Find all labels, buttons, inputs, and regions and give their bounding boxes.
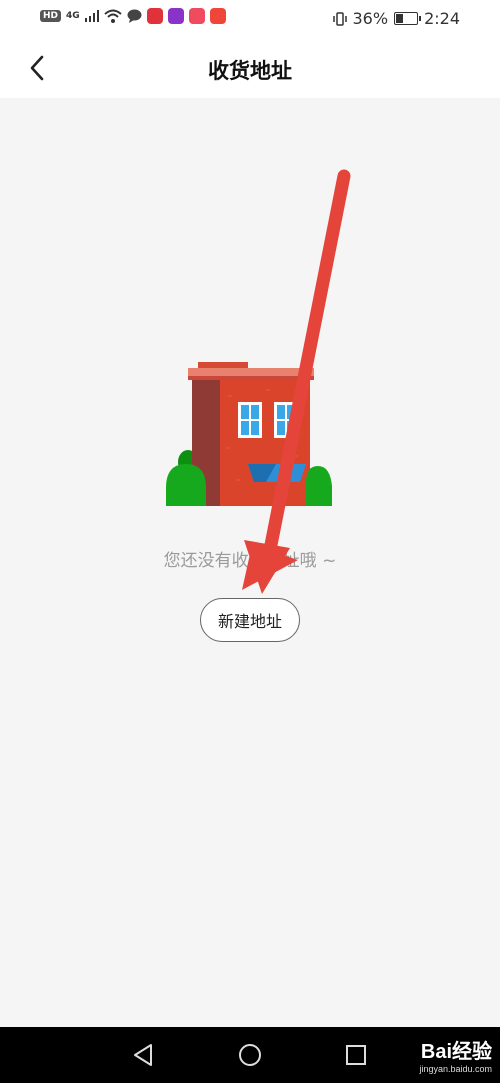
chat-icon <box>127 9 142 23</box>
home-circle-icon[interactable] <box>236 1041 264 1069</box>
app-icon-purple <box>167 8 184 24</box>
hd-icon: HD <box>40 10 62 22</box>
header: 收货地址 <box>0 38 500 98</box>
status-right: 36% 2:24 <box>332 9 460 28</box>
app-icon-orange <box>209 8 226 24</box>
navigation-bar: Bai经验 jingyan.baidu.com <box>0 1027 500 1083</box>
empty-state-message: 您还没有收货地址哦 ~ <box>163 551 337 571</box>
red-arrow-icon <box>242 169 351 594</box>
vibrate-icon <box>332 11 347 26</box>
app-icon-red <box>146 8 163 24</box>
battery-fill <box>396 14 404 23</box>
new-address-button[interactable]: 新建地址 <box>200 598 300 642</box>
back-triangle-icon[interactable] <box>130 1041 158 1069</box>
watermark: Bai经验 jingyan.baidu.com <box>419 1035 492 1074</box>
recents-square-icon[interactable] <box>342 1041 370 1069</box>
app-icon-pink <box>188 8 205 24</box>
status-time: 2:24 <box>424 9 460 28</box>
status-bar: HD 4G 36% 2:24 <box>0 0 500 38</box>
watermark-url: jingyan.baidu.com <box>419 1064 492 1074</box>
wifi-icon <box>104 9 122 23</box>
house-illustration <box>166 362 332 506</box>
page-title: 收货地址 <box>208 59 292 83</box>
status-left: HD 4G <box>40 8 226 24</box>
network-type: 4G <box>66 10 80 21</box>
watermark-text: Bai经验 <box>420 1041 492 1063</box>
battery-icon <box>394 12 422 25</box>
battery-percent: 36% <box>352 9 389 28</box>
signal-icon <box>84 10 99 22</box>
